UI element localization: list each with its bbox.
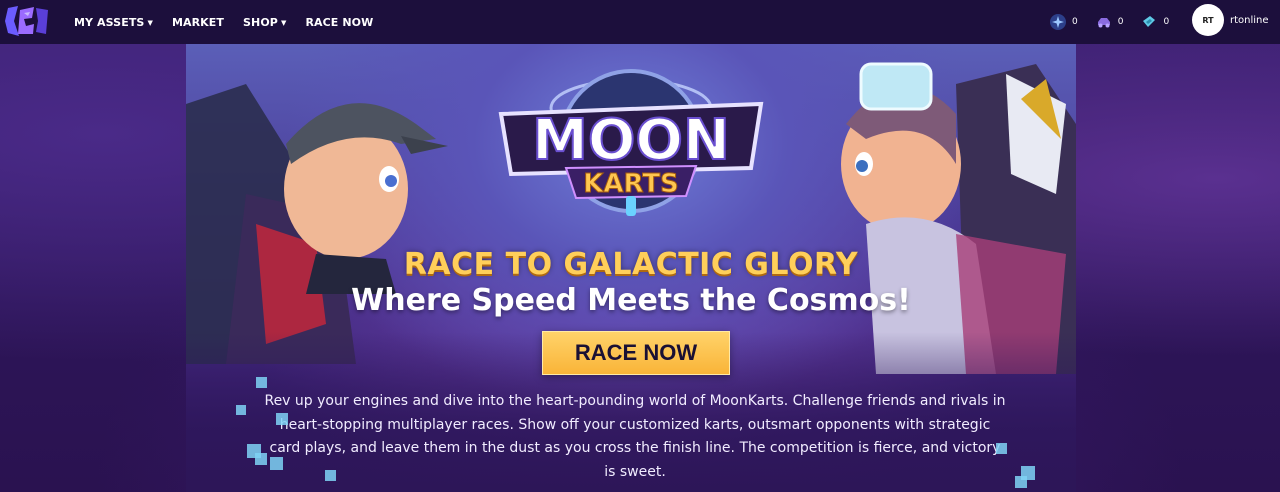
hero-description: Rev up your engines and dive into the he… xyxy=(264,393,1006,480)
decor-pixel xyxy=(996,443,1007,454)
nav-shop-label: SHOP xyxy=(243,15,278,29)
logo-text-karts: KARTS xyxy=(583,169,679,199)
balance-kart[interactable]: 0 xyxy=(1096,14,1124,30)
site-logo[interactable] xyxy=(4,4,50,38)
balance-ticket[interactable]: 0 xyxy=(1141,14,1169,30)
avatar: RT xyxy=(1192,4,1224,36)
decor-pixel xyxy=(256,377,267,388)
decor-pixel xyxy=(276,413,288,425)
site-logo-icon xyxy=(5,6,48,36)
nav-market[interactable]: MARKET xyxy=(172,16,224,29)
nav-race-now[interactable]: RACE NOW xyxy=(305,16,373,29)
hero-tagline: RACE TO GALACTIC GLORY xyxy=(403,247,859,282)
right-racer-illustration xyxy=(841,62,1076,374)
hero-banner: MOON KARTS RACE TO GALACTIC GLORY Where … xyxy=(186,44,1076,492)
balance-group: 0 0 0 xyxy=(1050,0,1187,44)
decor-pixel xyxy=(270,457,283,470)
user-menu[interactable]: RT rtonline xyxy=(1192,4,1269,36)
nav-shop[interactable]: SHOP ▼ xyxy=(243,16,286,29)
chevron-down-icon: ▼ xyxy=(280,18,287,27)
kart-icon xyxy=(1096,14,1112,30)
balance-star-coin-value: 0 xyxy=(1072,17,1078,27)
moonkarts-logo: MOON KARTS xyxy=(498,69,764,216)
nav-race-now-label: RACE NOW xyxy=(305,15,374,29)
nav-market-label: MARKET xyxy=(171,15,225,29)
top-nav: MY ASSETS ▼ MARKET SHOP ▼ RACE NOW 0 0 0… xyxy=(0,0,1280,44)
balance-ticket-value: 0 xyxy=(1163,17,1170,27)
balance-kart-value: 0 xyxy=(1117,17,1124,27)
balance-star-coin[interactable]: 0 xyxy=(1050,14,1078,30)
main-nav: MY ASSETS ▼ MARKET SHOP ▼ RACE NOW xyxy=(74,0,392,44)
decor-pixel xyxy=(255,453,267,465)
logo-text-moon: MOON xyxy=(532,108,730,173)
decor-pixel xyxy=(325,470,336,481)
decor-pixel xyxy=(1015,476,1027,488)
decor-pixel xyxy=(236,405,246,415)
nav-my-assets[interactable]: MY ASSETS ▼ xyxy=(74,16,153,29)
ticket-icon xyxy=(1141,14,1157,30)
nav-my-assets-label: MY ASSETS xyxy=(74,15,145,29)
hero-subtitle: Where Speed Meets the Cosmos! xyxy=(351,283,911,318)
race-now-button[interactable]: RACE NOW xyxy=(542,331,730,375)
star-coin-icon xyxy=(1050,14,1066,30)
username: rtonline xyxy=(1230,14,1269,26)
chevron-down-icon: ▼ xyxy=(147,18,153,27)
